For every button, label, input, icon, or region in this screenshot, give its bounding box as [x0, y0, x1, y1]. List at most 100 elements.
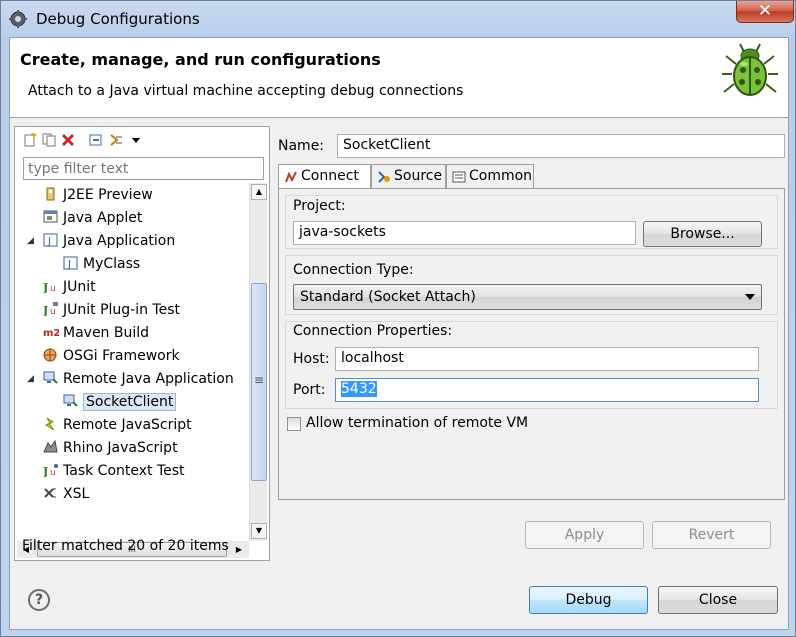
tree-item-socketclient[interactable]: SocketClient [63, 391, 177, 413]
configuration-tree: J2EE Preview Java Applet ◢ J Java Applica… [23, 184, 249, 541]
window-close-button[interactable]: ✕ [736, 1, 794, 23]
tree-item-remote-java-application[interactable]: ◢ Remote Java Application [27, 368, 234, 390]
java-class-icon: J [63, 256, 78, 270]
scroll-down-button[interactable]: ▼ [251, 523, 267, 539]
tab-connect[interactable]: Connect [278, 164, 371, 189]
connection-type-label: Connection Type: [293, 262, 414, 278]
tree-item-label: J2EE Preview [63, 187, 153, 203]
new-configuration-icon[interactable] [23, 133, 37, 147]
project-input[interactable]: java-sockets [293, 221, 636, 245]
scroll-up-button[interactable]: ▲ [251, 184, 267, 200]
svg-text:J: J [43, 465, 48, 477]
maven-icon: m2 [43, 328, 59, 339]
tree-item-label: JUnit Plug-in Test [63, 302, 181, 318]
delete-configuration-icon[interactable] [61, 133, 75, 147]
revert-button[interactable]: Revert [652, 521, 771, 549]
tree-item-java-application[interactable]: ◢ J Java Application [27, 230, 176, 252]
svg-text:m2: m2 [43, 328, 59, 339]
tree-item-java-applet[interactable]: Java Applet [43, 207, 142, 229]
remote-java-icon [43, 371, 58, 384]
tree-item-label: XSL [63, 486, 90, 502]
tree-item-junit[interactable]: Ju JUnit [43, 276, 96, 298]
host-input[interactable]: localhost [335, 347, 759, 371]
browse-button[interactable]: Browse... [643, 221, 762, 247]
junit-plugin-icon: Ju [43, 302, 58, 316]
window-title: Debug Configurations [36, 10, 200, 28]
tree-item-label: JUnit [63, 279, 96, 295]
title-bar[interactable]: Debug Configurations ✕ [1, 1, 795, 37]
tree-item-xsl[interactable]: XSL [43, 483, 89, 505]
connection-properties-label: Connection Properties: [293, 323, 453, 339]
scroll-up-icon: ▲ [255, 187, 263, 196]
debug-button[interactable]: Debug [529, 586, 648, 614]
connection-type-select[interactable]: Standard (Socket Attach) [293, 284, 762, 310]
tree-item-task-context-test[interactable]: Ju Task Context Test [43, 460, 185, 482]
java-application-icon: J [43, 233, 58, 247]
header-title: Create, manage, and run configurations [20, 50, 381, 69]
tree-vertical-scrollbar[interactable]: ▲ ≡ ▼ [249, 183, 267, 541]
tree-item-j2ee-preview[interactable]: J2EE Preview [43, 184, 153, 206]
expanded-arrow-icon[interactable]: ◢ [27, 368, 37, 390]
allow-termination-checkbox[interactable] [287, 417, 301, 431]
tree-item-myclass[interactable]: J MyClass [63, 253, 140, 275]
dialog-header: Create, manage, and run configurations A… [10, 38, 788, 118]
filter-input[interactable] [23, 157, 264, 180]
svg-text:u: u [50, 284, 56, 293]
help-icon[interactable]: ? [28, 589, 50, 611]
tab-label: Common [469, 168, 533, 184]
tree-item-label: OSGi Framework [63, 348, 180, 364]
tree-item-label: Java Applet [63, 210, 143, 226]
filter-status-text: Filter matched 20 of 20 items [22, 538, 229, 554]
duplicate-configuration-icon[interactable] [42, 133, 56, 147]
chevron-down-icon [745, 294, 755, 300]
apply-button[interactable]: Apply [525, 521, 644, 549]
configuration-tree-panel: J2EE Preview Java Applet ◢ J Java Applica… [14, 126, 270, 561]
svg-text:J: J [43, 304, 48, 316]
project-label: Project: [293, 198, 346, 214]
tab-label: Source [394, 168, 443, 184]
svg-text:J: J [47, 236, 51, 247]
debug-bug-icon [722, 43, 778, 96]
tree-toolbar [15, 127, 269, 153]
tree-item-label: Rhino JavaScript [63, 440, 178, 456]
tree-item-junit-plugin-test[interactable]: Ju JUnit Plug-in Test [43, 299, 180, 321]
port-input[interactable]: 5432 [335, 378, 759, 402]
tree-item-label: Task Context Test [63, 463, 185, 479]
junit-icon: Ju [43, 281, 56, 293]
tab-source[interactable]: Source [371, 164, 446, 188]
filter-configurations-icon[interactable] [109, 133, 123, 147]
svg-text:J: J [67, 259, 71, 270]
tree-item-label: SocketClient [83, 393, 177, 411]
view-menu-dropdown-icon[interactable] [129, 133, 143, 147]
name-label: Name: [278, 138, 325, 154]
tab-common[interactable]: Common [446, 164, 534, 188]
svg-text:J: J [43, 281, 48, 293]
scroll-thumb[interactable]: ≡ [251, 283, 267, 481]
expanded-arrow-icon[interactable]: ◢ [27, 230, 37, 252]
tree-item-label: Java Application [63, 233, 176, 249]
tree-item-osgi-framework[interactable]: OSGi Framework [43, 345, 180, 367]
dialog-client-area: Create, manage, and run configurations A… [9, 37, 789, 630]
port-value: 5432 [341, 381, 377, 397]
close-icon: ✕ [757, 1, 773, 21]
port-label: Port: [293, 382, 326, 398]
close-button[interactable]: Close [658, 586, 778, 614]
remote-javascript-icon [44, 417, 55, 431]
collapse-all-icon[interactable] [89, 133, 103, 147]
debug-configurations-window: Debug Configurations ✕ Create, manage, a… [0, 0, 796, 637]
tree-item-label: Remote Java Application [63, 371, 234, 387]
tree-item-remote-javascript[interactable]: Remote JavaScript [43, 414, 192, 436]
remote-java-config-icon [63, 394, 78, 407]
scroll-right-button[interactable]: ▶ [231, 541, 247, 558]
tree-item-label: Maven Build [63, 325, 150, 341]
connection-type-value: Standard (Socket Attach) [300, 289, 476, 305]
source-icon [378, 171, 390, 183]
task-context-icon: Ju [43, 464, 58, 477]
scroll-down-icon: ▼ [255, 526, 263, 535]
osgi-icon [43, 348, 57, 362]
tree-item-maven-build[interactable]: m2 Maven Build [43, 322, 149, 344]
tab-label: Connect [301, 168, 359, 184]
tree-item-rhino-javascript[interactable]: Rhino JavaScript [43, 437, 178, 459]
eclipse-gear-icon [9, 10, 27, 28]
configuration-name-input[interactable]: SocketClient [337, 134, 785, 158]
